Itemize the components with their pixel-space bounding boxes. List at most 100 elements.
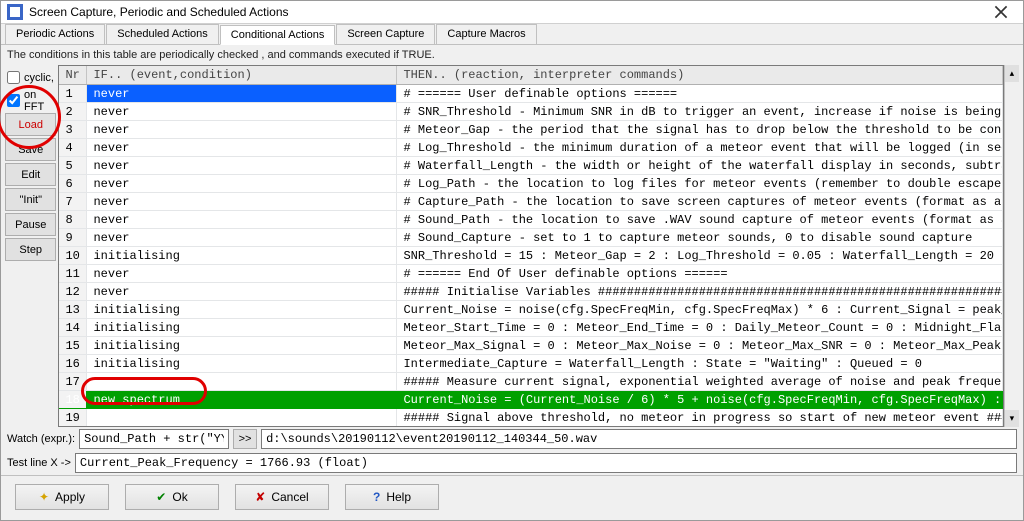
table-row[interactable]: 12never##### Initialise Variables ######… xyxy=(59,283,1002,301)
cell-then[interactable]: Intermediate_Capture = Waterfall_Length … xyxy=(397,355,1002,373)
watch-expression-input[interactable] xyxy=(79,429,229,449)
cell-if[interactable]: never xyxy=(87,175,397,193)
cell-then[interactable]: ##### Initialise Variables #############… xyxy=(397,283,1002,301)
tab-periodic-actions[interactable]: Periodic Actions xyxy=(5,24,105,44)
cell-if[interactable]: never xyxy=(87,121,397,139)
save-button[interactable]: Save xyxy=(5,138,56,161)
cell-nr: 9 xyxy=(59,229,87,247)
tab-conditional-actions[interactable]: Conditional Actions xyxy=(220,25,336,45)
table-row[interactable]: 2never# SNR_Threshold - Minimum SNR in d… xyxy=(59,103,1002,121)
table-row[interactable]: 3never# Meteor_Gap - the period that the… xyxy=(59,121,1002,139)
table-row[interactable]: 16initialisingIntermediate_Capture = Wat… xyxy=(59,355,1002,373)
cell-if[interactable]: initialising xyxy=(87,247,397,265)
table-row[interactable]: 14initialisingMeteor_Start_Time = 0 : Me… xyxy=(59,319,1002,337)
cell-then[interactable]: ##### Signal above threshold, no meteor … xyxy=(397,409,1002,426)
cell-nr: 13 xyxy=(59,301,87,319)
table-row[interactable]: 8never# Sound_Path - the location to sav… xyxy=(59,211,1002,229)
watch-result[interactable] xyxy=(261,429,1017,449)
edit-button[interactable]: Edit xyxy=(5,163,56,186)
cell-nr: 4 xyxy=(59,139,87,157)
cell-then[interactable]: Meteor_Start_Time = 0 : Meteor_End_Time … xyxy=(397,319,1002,337)
cell-then[interactable]: SNR_Threshold = 15 : Meteor_Gap = 2 : Lo… xyxy=(397,247,1002,265)
table-row[interactable]: 9never# Sound_Capture - set to 1 to capt… xyxy=(59,229,1002,247)
cell-nr: 7 xyxy=(59,193,87,211)
onfft-checkbox[interactable]: on FFT xyxy=(5,90,56,111)
init-button[interactable]: "Init" xyxy=(5,188,56,211)
cancel-button[interactable]: ✘ Cancel xyxy=(235,484,329,510)
cell-if[interactable]: initialising xyxy=(87,337,397,355)
cell-if[interactable]: never xyxy=(87,139,397,157)
window: Screen Capture, Periodic and Scheduled A… xyxy=(0,0,1024,521)
cell-then[interactable]: # Sound_Path - the location to save .WAV… xyxy=(397,211,1002,229)
close-button[interactable] xyxy=(983,1,1019,23)
table-row[interactable]: 11never# ====== End Of User definable op… xyxy=(59,265,1002,283)
cell-then[interactable]: Meteor_Max_Signal = 0 : Meteor_Max_Noise… xyxy=(397,337,1002,355)
cell-if[interactable] xyxy=(87,373,397,391)
cell-nr: 8 xyxy=(59,211,87,229)
cell-then[interactable]: # ====== End Of User definable options =… xyxy=(397,265,1002,283)
load-button[interactable]: Load xyxy=(5,113,56,136)
cell-nr: 11 xyxy=(59,265,87,283)
cyclic-checkbox-input[interactable] xyxy=(7,71,20,84)
table-row[interactable]: 18new_spectrumCurrent_Noise = (Current_N… xyxy=(59,391,1002,409)
cell-if[interactable]: initialising xyxy=(87,301,397,319)
cell-then[interactable]: # Log_Threshold - the minimum duration o… xyxy=(397,139,1002,157)
table-row[interactable]: 6never# Log_Path - the location to log f… xyxy=(59,175,1002,193)
titlebar: Screen Capture, Periodic and Scheduled A… xyxy=(1,1,1023,24)
cell-if[interactable]: never xyxy=(87,229,397,247)
table-body[interactable]: 1never# ====== User definable options ==… xyxy=(59,85,1002,426)
onfft-label: on FFT xyxy=(24,89,56,113)
tab-screen-capture[interactable]: Screen Capture xyxy=(336,24,435,44)
cell-nr: 16 xyxy=(59,355,87,373)
help-button[interactable]: ? Help xyxy=(345,484,439,510)
cyclic-checkbox[interactable]: cyclic, xyxy=(5,67,56,88)
scroll-down-arrow[interactable]: ▾ xyxy=(1005,410,1019,427)
table-row[interactable]: 1never# ====== User definable options ==… xyxy=(59,85,1002,103)
cell-then[interactable]: Current_Noise = noise(cfg.SpecFreqMin, c… xyxy=(397,301,1002,319)
cell-if[interactable]: new_spectrum xyxy=(87,391,397,409)
table-row[interactable]: 13initialisingCurrent_Noise = noise(cfg.… xyxy=(59,301,1002,319)
button-bar: ✦ Apply ✔ Ok ✘ Cancel ? Help xyxy=(1,475,1023,520)
cell-if[interactable]: never xyxy=(87,283,397,301)
testline-label: Test line X -> xyxy=(7,457,71,469)
table-row[interactable]: 10initialisingSNR_Threshold = 15 : Meteo… xyxy=(59,247,1002,265)
cell-if[interactable]: initialising xyxy=(87,319,397,337)
cell-then[interactable]: # Capture_Path - the location to save sc… xyxy=(397,193,1002,211)
table-row[interactable]: 5never# Waterfall_Length - the width or … xyxy=(59,157,1002,175)
table-row[interactable]: 15initialisingMeteor_Max_Signal = 0 : Me… xyxy=(59,337,1002,355)
cell-then[interactable]: # ====== User definable options ====== xyxy=(397,85,1002,103)
cell-if[interactable]: never xyxy=(87,103,397,121)
onfft-checkbox-input[interactable] xyxy=(7,94,20,107)
step-button[interactable]: Step xyxy=(5,238,56,261)
cell-then[interactable]: ##### Measure current signal, exponentia… xyxy=(397,373,1002,391)
cell-then[interactable]: # Meteor_Gap - the period that the signa… xyxy=(397,121,1002,139)
cell-then[interactable]: # Waterfall_Length - the width or height… xyxy=(397,157,1002,175)
table-row[interactable]: 7never# Capture_Path - the location to s… xyxy=(59,193,1002,211)
cell-then[interactable]: # Sound_Capture - set to 1 to capture me… xyxy=(397,229,1002,247)
cell-if[interactable]: never xyxy=(87,85,397,103)
table-row[interactable]: 4never# Log_Threshold - the minimum dura… xyxy=(59,139,1002,157)
cell-then[interactable]: Current_Noise = (Current_Noise / 6) * 5 … xyxy=(397,391,1002,409)
cross-icon: ✘ xyxy=(255,490,265,504)
cell-if[interactable]: never xyxy=(87,157,397,175)
cell-if[interactable] xyxy=(87,409,397,426)
scroll-up-arrow[interactable]: ▴ xyxy=(1005,65,1019,82)
apply-button[interactable]: ✦ Apply xyxy=(15,484,109,510)
cell-if[interactable]: never xyxy=(87,193,397,211)
pause-button[interactable]: Pause xyxy=(5,213,56,236)
tab-strip: Periodic Actions Scheduled Actions Condi… xyxy=(1,24,1023,45)
cell-if[interactable]: initialising xyxy=(87,355,397,373)
testline-result[interactable] xyxy=(75,453,1017,473)
cell-if[interactable]: never xyxy=(87,265,397,283)
tab-capture-macros[interactable]: Capture Macros xyxy=(436,24,536,44)
table-row[interactable]: 19##### Signal above threshold, no meteo… xyxy=(59,409,1002,426)
tab-scheduled-actions[interactable]: Scheduled Actions xyxy=(106,24,219,44)
vertical-scrollbar[interactable]: ▴ ▾ xyxy=(1004,65,1019,427)
cell-then[interactable]: # Log_Path - the location to log files f… xyxy=(397,175,1002,193)
cell-nr: 2 xyxy=(59,103,87,121)
cell-if[interactable]: never xyxy=(87,211,397,229)
watch-go-button[interactable]: >> xyxy=(233,429,257,449)
ok-button[interactable]: ✔ Ok xyxy=(125,484,219,510)
table-row[interactable]: 17##### Measure current signal, exponent… xyxy=(59,373,1002,391)
cell-then[interactable]: # SNR_Threshold - Minimum SNR in dB to t… xyxy=(397,103,1002,121)
